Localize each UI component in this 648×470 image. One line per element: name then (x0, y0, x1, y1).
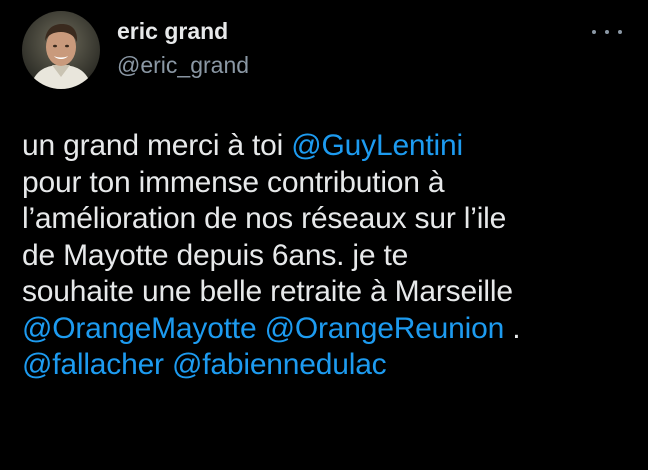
tweet-text: un grand merci à toi @GuyLentini pour to… (22, 128, 638, 384)
tweet-text-segment (164, 348, 172, 381)
mention-link-fabiennedulac[interactable]: @fabiennedulac (172, 348, 387, 381)
dot-icon (592, 30, 596, 34)
tweet-text-segment: pour ton immense contribution à (22, 165, 445, 199)
tweet-card: eric grand @eric_grand un grand merci à … (0, 0, 648, 470)
tweet-text-segment: l’amélioration de nos réseaux sur l’ile (22, 202, 507, 235)
tweet-text-segment: . (504, 311, 521, 345)
author-handle[interactable]: @eric_grand (117, 52, 249, 79)
mention-link-fallacher[interactable]: @fallacher (22, 348, 164, 381)
mention-link-orangemayotte[interactable]: @OrangeMayotte (22, 312, 257, 345)
tweet-line: un grand merci à toi @GuyLentini (22, 128, 638, 165)
tweet-line: souhaite une belle retraite à Marseille (22, 274, 638, 311)
tweet-line: l’amélioration de nos réseaux sur l’ile (22, 201, 638, 238)
mention-link-orangereunion[interactable]: @OrangeReunion (265, 312, 505, 345)
tweet-text-segment: de Mayotte depuis 6ans. je te (22, 238, 409, 272)
tweet-text-segment: un grand merci à toi (22, 129, 292, 162)
tweet-line: de Mayotte depuis 6ans. je te (22, 238, 638, 275)
author-display-name[interactable]: eric grand (117, 18, 228, 45)
tweet-text-segment: souhaite une belle retraite à Marseille (22, 275, 513, 308)
mention-link-guylentini[interactable]: @GuyLentini (291, 129, 463, 162)
tweet-line: @fallacher @fabiennedulac (22, 347, 638, 384)
tweet-line: @OrangeMayotte @OrangeReunion . (22, 311, 638, 348)
dot-icon (618, 30, 622, 34)
dot-icon (605, 30, 609, 34)
more-icon[interactable] (592, 24, 622, 40)
tweet-text-segment (256, 312, 264, 345)
avatar[interactable] (22, 11, 100, 89)
tweet-line: pour ton immense contribution à (22, 165, 638, 202)
avatar-image (22, 11, 100, 89)
